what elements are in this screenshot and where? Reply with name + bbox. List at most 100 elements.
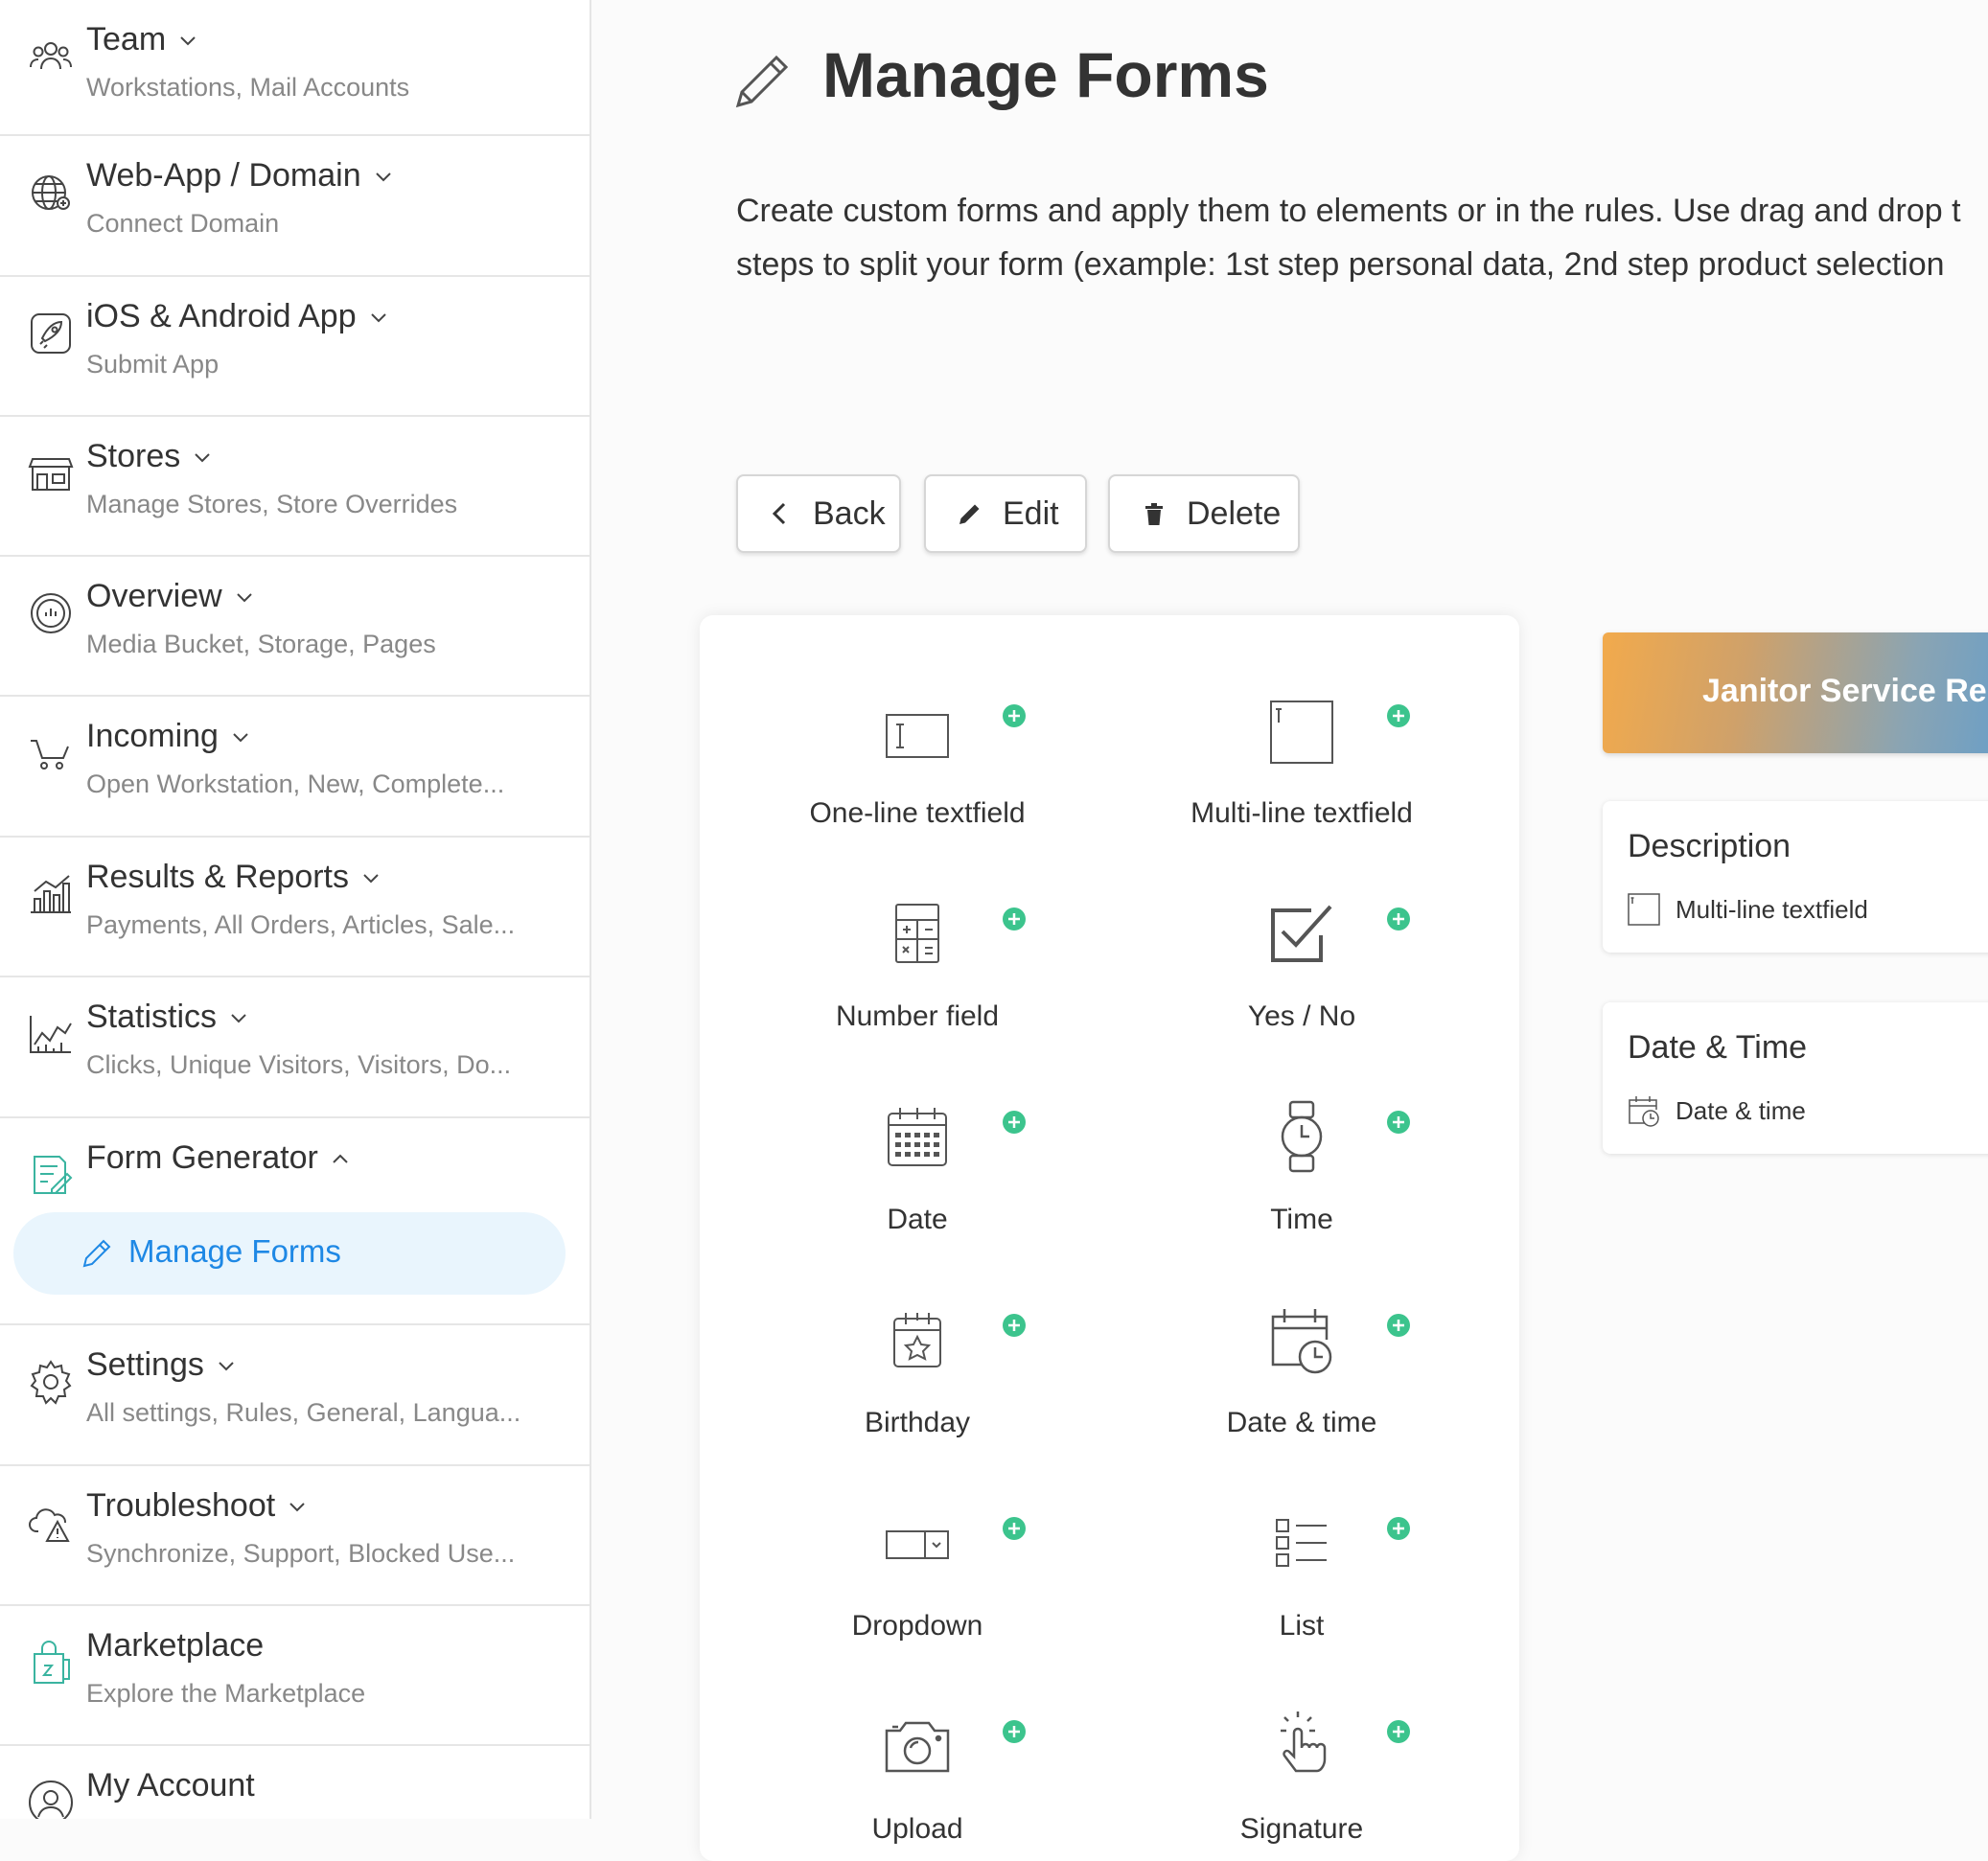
plus-icon[interactable] — [1386, 907, 1411, 931]
sidebar-item-incoming[interactable]: Incoming Open Workstation, New, Complete… — [0, 697, 589, 838]
palette-item-label: Birthday — [864, 1407, 971, 1438]
sidebar-item-title: Stores — [86, 438, 213, 475]
hand-pointer-icon — [1263, 1708, 1340, 1784]
pencil-icon — [81, 1237, 113, 1270]
sidebar-item-overview[interactable]: Overview Media Bucket, Storage, Pages — [0, 557, 589, 697]
sidebar-item-title: Results & Reports — [86, 859, 381, 896]
sidebar-item-marketplace[interactable]: Marketplace Explore the Marketplace — [0, 1606, 589, 1746]
back-button[interactable]: Back — [736, 474, 901, 553]
palette-item-yes-no[interactable]: Yes / No — [1110, 847, 1493, 1039]
palette-item-one-line-textfield[interactable]: One-line textfield — [726, 644, 1109, 836]
palette-item-list[interactable]: List — [1110, 1457, 1493, 1648]
rocket-icon — [27, 310, 75, 357]
sidebar-item-title: Marketplace — [86, 1627, 265, 1664]
page-title: Manage Forms — [822, 39, 1269, 110]
sidebar-item-settings[interactable]: Settings All settings, Rules, General, L… — [0, 1325, 589, 1466]
palette-item-time[interactable]: Time — [1110, 1050, 1493, 1242]
sidebar-subitem-label: Manage Forms — [128, 1233, 341, 1269]
delete-button[interactable]: Delete — [1108, 474, 1300, 553]
sidebar-item-subtitle: Synchronize, Support, Blocked Use... — [86, 1539, 516, 1568]
palette-item-label: Number field — [835, 1000, 1000, 1032]
sidebar-item-statistics[interactable]: Statistics Clicks, Unique Visitors, Visi… — [0, 977, 589, 1118]
sidebar-item-subtitle: Submit App — [86, 350, 220, 379]
sidebar-item-stores[interactable]: Stores Manage Stores, Store Overrides — [0, 417, 589, 557]
palette-item-label: Upload — [871, 1813, 963, 1845]
sidebar-item-my-account[interactable]: My Account — [0, 1746, 589, 1819]
palette-item-label: Time — [1270, 1204, 1333, 1235]
plus-icon[interactable] — [1002, 703, 1027, 728]
plus-icon[interactable] — [1386, 703, 1411, 728]
textarea-icon — [1263, 692, 1340, 769]
sidebar-item-title: My Account — [86, 1767, 255, 1804]
form-field-title: Date & Time — [1628, 1029, 1808, 1066]
sidebar-item-troubleshoot[interactable]: Troubleshoot Synchronize, Support, Block… — [0, 1466, 589, 1606]
form-field-type: Date & time — [1676, 1096, 1806, 1125]
sidebar-item-title: Form Generator — [86, 1139, 351, 1177]
sidebar-subitem-manage-forms[interactable]: Manage Forms — [13, 1212, 566, 1295]
plus-icon[interactable] — [1386, 1516, 1411, 1541]
textarea-icon — [1628, 893, 1660, 926]
sidebar-item-team[interactable]: Team Workstations, Mail Accounts — [0, 0, 589, 136]
sidebar-item-subtitle: Explore the Marketplace — [86, 1679, 366, 1708]
calendar-clock-icon — [1628, 1094, 1660, 1127]
form-field-card[interactable]: Date & Time Date & time — [1603, 1002, 1988, 1154]
palette-item-date-time[interactable]: Date & time — [1110, 1253, 1493, 1445]
gauge-icon — [27, 589, 75, 637]
palette-item-birthday[interactable]: Birthday — [726, 1253, 1109, 1445]
sidebar-item-subtitle: Open Workstation, New, Complete... — [86, 770, 505, 798]
sidebar-item-ios-android-app[interactable]: iOS & Android App Submit App — [0, 277, 589, 417]
pencil-icon — [959, 504, 980, 524]
palette-item-dropdown[interactable]: Dropdown — [726, 1457, 1109, 1648]
plus-icon[interactable] — [1002, 907, 1027, 931]
palette-item-signature[interactable]: Signature — [1110, 1660, 1493, 1851]
cloud-warning-icon — [27, 1499, 75, 1547]
sidebar-item-title: Statistics — [86, 999, 249, 1036]
form-header[interactable]: Janitor Service Req — [1603, 632, 1988, 753]
palette-item-multi-line-textfield[interactable]: Multi-line textfield — [1110, 644, 1493, 836]
sidebar-item-web-app-domain[interactable]: Web-App / Domain Connect Domain — [0, 136, 589, 277]
plus-icon[interactable] — [1386, 1719, 1411, 1744]
palette-item-upload[interactable]: Upload — [726, 1660, 1109, 1851]
form-field-card[interactable]: Description Multi-line textfield — [1603, 801, 1988, 953]
plus-icon[interactable] — [1002, 1313, 1027, 1338]
checkbox-icon — [1263, 895, 1340, 972]
team-icon — [27, 33, 75, 80]
sidebar-item-subtitle: Workstations, Mail Accounts — [86, 73, 410, 102]
dropdown-icon — [879, 1505, 956, 1581]
plus-icon[interactable] — [1002, 1516, 1027, 1541]
plus-icon[interactable] — [1002, 1110, 1027, 1135]
field-palette: One-line textfield Multi-line textfield … — [700, 615, 1519, 1861]
globe-icon — [27, 169, 75, 217]
chevron-down-icon — [231, 1013, 246, 1022]
form-icon — [27, 1151, 75, 1199]
palette-item-label: Date & time — [1226, 1407, 1377, 1438]
list-icon — [1263, 1505, 1340, 1581]
sidebar-item-title: Overview — [86, 578, 255, 615]
palette-item-label: One-line textfield — [809, 797, 1026, 829]
palette-item-date[interactable]: Date — [726, 1050, 1109, 1242]
plus-icon[interactable] — [1386, 1313, 1411, 1338]
textfield-icon — [879, 692, 956, 769]
bar-chart-icon — [27, 870, 75, 918]
gear-icon — [27, 1358, 75, 1406]
chevron-down-icon — [289, 1502, 305, 1511]
sidebar: Team Workstations, Mail Accounts Web-App… — [0, 0, 591, 1819]
form-field-title: Description — [1628, 828, 1792, 864]
sidebar-item-subtitle: Manage Stores, Store Overrides — [86, 490, 458, 518]
plus-icon[interactable] — [1386, 1110, 1411, 1135]
edit-button[interactable]: Edit — [924, 474, 1087, 553]
sidebar-item-results-reports[interactable]: Results & Reports Payments, All Orders, … — [0, 838, 589, 977]
sidebar-item-title: Settings — [86, 1346, 237, 1384]
form-field-type: Multi-line textfield — [1676, 895, 1868, 924]
chevron-down-icon — [195, 452, 210, 462]
sidebar-item-subtitle: Connect Domain — [86, 209, 280, 238]
sidebar-item-subtitle: All settings, Rules, General, Langua... — [86, 1398, 521, 1427]
palette-item-number-field[interactable]: Number field — [726, 847, 1109, 1039]
cart-icon — [27, 729, 75, 777]
description-line: Create custom forms and apply them to el… — [736, 193, 1961, 229]
user-icon — [27, 1779, 75, 1819]
chevron-down-icon — [180, 35, 196, 45]
shopping-bag-icon — [27, 1639, 75, 1687]
chevron-down-icon — [370, 312, 386, 322]
plus-icon[interactable] — [1002, 1719, 1027, 1744]
